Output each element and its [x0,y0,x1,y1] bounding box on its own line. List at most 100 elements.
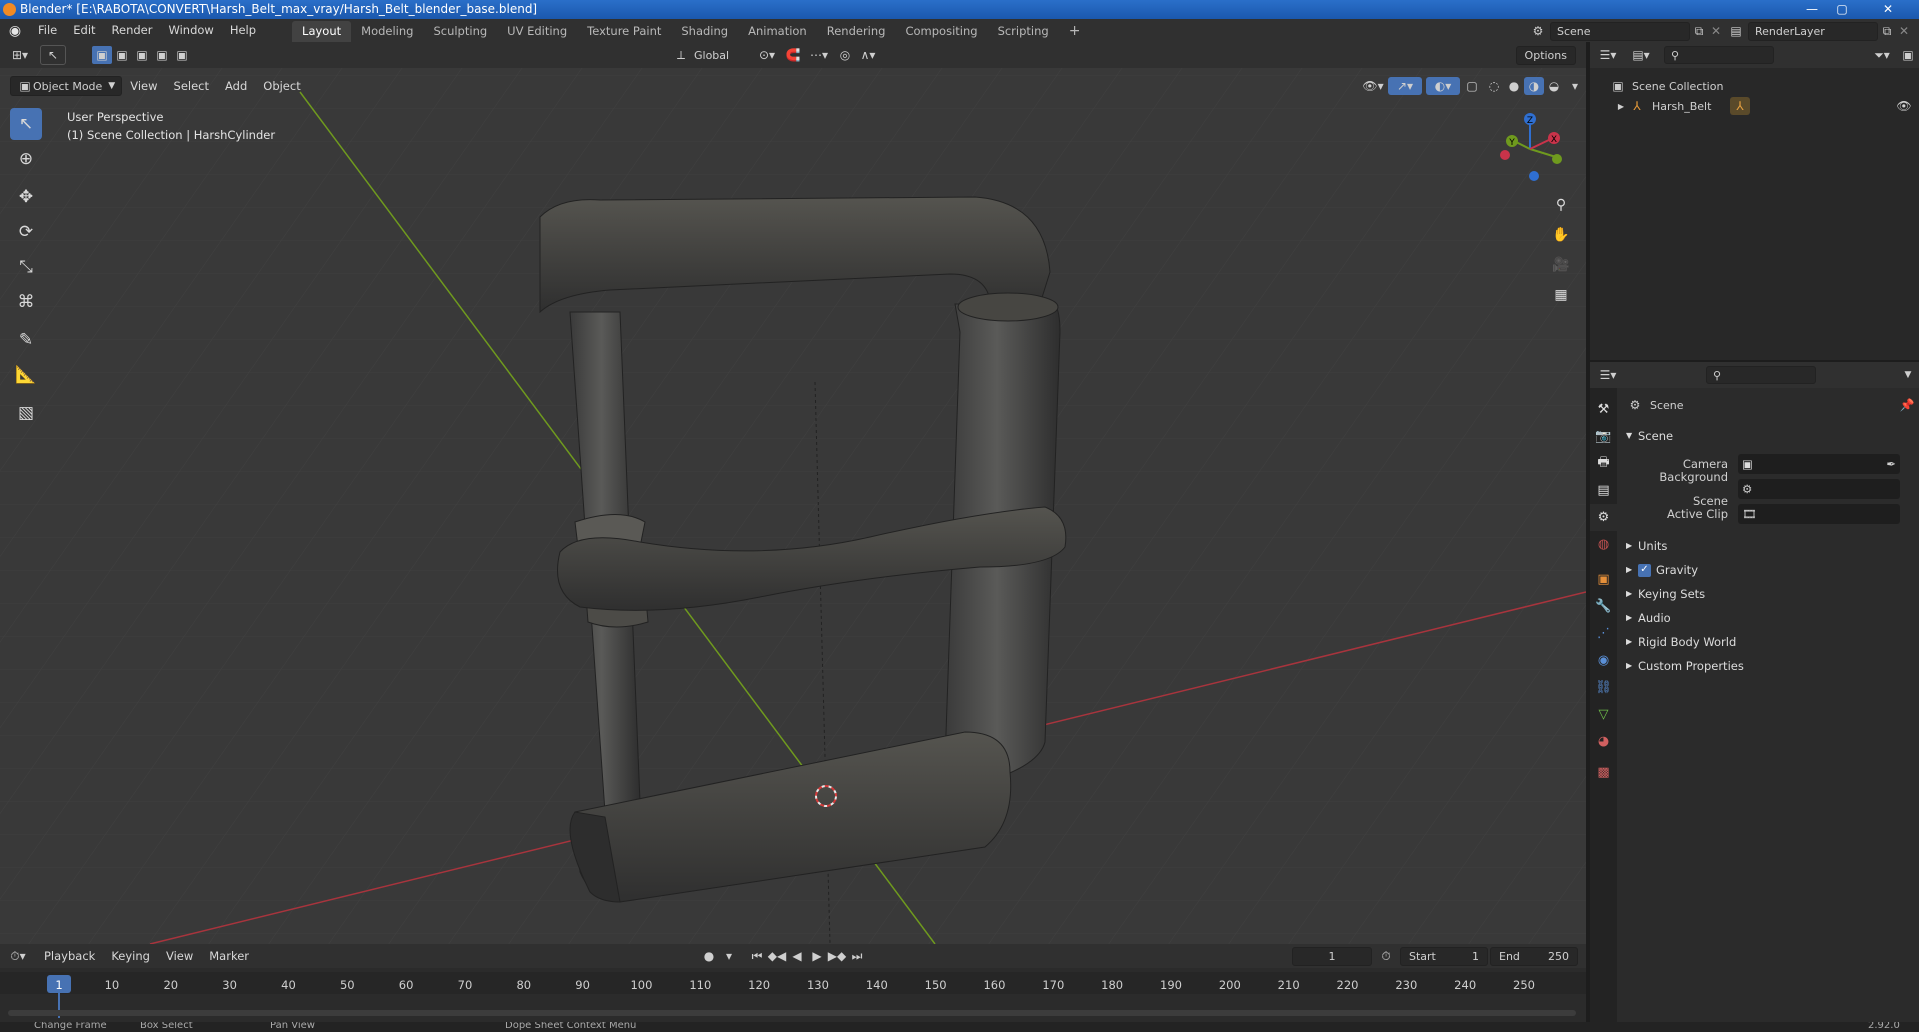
outliner-scene-collection-row[interactable]: ▣ Scene Collection [1608,76,1723,96]
blender-menu-icon[interactable]: ◉ [0,23,30,39]
scene-name-field[interactable]: Scene [1550,21,1690,41]
menu-edit[interactable]: Edit [65,19,103,42]
data-tab-icon[interactable]: ▽ [1590,701,1617,728]
workspace-tab-modeling[interactable]: Modeling [351,21,423,42]
editor-type-icon[interactable]: ⊞▾ [0,48,40,62]
scene-panel-header[interactable]: ▼ Scene [1626,424,1916,448]
move-tool-icon[interactable]: ✥ [10,181,42,213]
select-mode-intersect-icon[interactable]: ▣ [172,48,192,62]
keying-options-icon[interactable]: ▾ [721,949,737,963]
eyedropper-icon[interactable]: ✒ [1886,452,1896,476]
shading-rendered-icon[interactable]: ◒ [1544,79,1564,93]
xray-toggle-icon[interactable]: ▢ [1460,79,1484,93]
menu-render[interactable]: Render [104,19,161,42]
transform-orientation-dropdown[interactable]: Global [690,49,752,62]
scene-tab-icon[interactable]: ⚙ [1590,504,1617,531]
proportional-falloff-icon[interactable]: ∧▾ [856,48,880,62]
shading-solid-icon[interactable]: ● [1504,79,1524,93]
subpanel-custom-properties[interactable]: ▶ Custom Properties [1626,654,1916,678]
timeline-menu-view[interactable]: View [158,945,201,968]
minimize-button[interactable]: — [1797,0,1827,19]
select-tool-icon[interactable]: ↖ [40,45,66,65]
start-frame-field[interactable]: Start 1 [1400,946,1488,966]
workspace-tab-compositing[interactable]: Compositing [895,21,987,42]
select-box-tool-icon[interactable]: ↖ [10,108,42,140]
timeline-menu-playback[interactable]: Playback [36,945,103,968]
select-mode-subtract-icon[interactable]: ▣ [132,48,152,62]
modifier-tab-icon[interactable]: 🔧 [1590,593,1617,620]
subpanel-gravity[interactable]: ▶ ✓ Gravity [1626,558,1916,582]
copy-scene-icon[interactable]: ⧉ [1690,24,1708,39]
current-frame-field[interactable]: 1 [1292,946,1372,966]
menu-help[interactable]: Help [222,19,264,42]
timeline-menu-marker[interactable]: Marker [201,945,257,968]
remove-scene-icon[interactable]: ✕ [1708,24,1724,38]
subpanel-rigid-body-world[interactable]: ▶ Rigid Body World [1626,630,1916,654]
visibility-eye-icon[interactable]: 👁 [1894,99,1914,113]
gravity-checkbox[interactable]: ✓ [1638,563,1651,577]
view-layer-tab-icon[interactable]: ▤ [1590,477,1617,504]
play-icon[interactable]: ▶ [807,949,827,963]
navigation-gizmo[interactable]: Z X Y [1490,107,1570,187]
world-tab-icon[interactable]: ◍ [1590,531,1617,558]
workspace-tab-shading[interactable]: Shading [671,21,738,42]
menu-file[interactable]: File [30,19,65,42]
pivot-point-icon[interactable]: ⊙▾ [752,48,782,62]
jump-start-icon[interactable]: ⏮ [747,949,767,964]
select-mode-invert-icon[interactable]: ▣ [152,48,172,62]
cursor-tool-icon[interactable]: ⊕ [10,143,42,175]
gizmo-toggle-icon[interactable]: ↗▾ [1388,77,1422,95]
shading-wireframe-icon[interactable]: ◌ [1484,79,1504,93]
outliner-item-harsh-belt[interactable]: ▶ ⅄ Harsh_Belt ⅄ 👁 [1614,96,1914,116]
proportional-edit-icon[interactable]: ◎ [834,48,856,62]
workspace-tab-sculpting[interactable]: Sculpting [423,21,497,42]
close-button[interactable]: ✕ [1863,0,1913,19]
play-reverse-icon[interactable]: ◀ [787,949,807,963]
copy-view-layer-icon[interactable]: ⧉ [1878,24,1896,39]
annotate-tool-icon[interactable]: ✎ [10,324,42,356]
scene-selector[interactable]: ⚙ Scene ⧉ ✕ [1526,21,1724,41]
subpanel-units[interactable]: ▶ Units [1626,534,1916,558]
constraints-tab-icon[interactable]: ⛓ [1590,674,1617,701]
shading-material-icon[interactable]: ◑ [1524,77,1544,95]
preview-range-icon[interactable]: ⏱ [1372,949,1400,964]
next-keyframe-icon[interactable]: ▶◆ [827,949,847,963]
armature-data-icon[interactable]: ⅄ [1730,97,1750,115]
workspace-tab-layout[interactable]: Layout [292,21,352,42]
background-scene-field[interactable]: ⚙ [1738,479,1900,499]
auto-keying-icon[interactable]: ● [697,949,721,963]
snap-target-icon[interactable]: ⋯▾ [804,48,834,62]
object-mode-dropdown[interactable]: ▣ Object Mode ▼ [10,76,123,96]
3d-viewport[interactable]: User Perspective (1) Scene Collection | … [0,42,1586,944]
physics-tab-icon[interactable]: ◉ [1590,647,1617,674]
viewport-menu-add[interactable]: Add [217,75,255,98]
properties-search-input[interactable]: ⚲ [1706,366,1816,384]
object-tab-icon[interactable]: ▣ [1590,566,1617,593]
maximize-button[interactable]: ▢ [1827,0,1857,19]
viewport-options-dropdown[interactable]: Options [1515,45,1576,65]
outliner-display-mode-icon[interactable]: ▤▾ [1626,48,1656,62]
remove-view-layer-icon[interactable]: ✕ [1896,24,1912,38]
timeline-scrollbar[interactable] [8,1010,1576,1016]
output-tab-icon[interactable]: 🖶 [1590,450,1617,477]
visibility-icon[interactable]: 👁▾ [1358,79,1388,93]
texture-tab-icon[interactable]: ▩ [1590,759,1617,786]
subpanel-audio[interactable]: ▶ Audio [1626,606,1916,630]
jump-end-icon[interactable]: ⏭ [847,949,867,964]
workspace-tab-scripting[interactable]: Scripting [988,21,1059,42]
menu-window[interactable]: Window [160,19,221,42]
workspace-tab-animation[interactable]: Animation [738,21,817,42]
scale-tool-icon[interactable]: ⤡ [10,251,42,283]
end-frame-field[interactable]: End 250 [1490,946,1578,966]
workspace-tab-rendering[interactable]: Rendering [817,21,896,42]
zoom-icon[interactable]: ⚲ [1548,192,1574,218]
pan-hand-icon[interactable]: ✋ [1548,222,1574,248]
properties-editor-type-icon[interactable]: ☰▾ [1590,368,1626,382]
add-workspace-button[interactable]: + [1059,21,1091,42]
active-clip-field[interactable]: 🎞 [1738,504,1900,524]
select-mode-new-icon[interactable]: ▣ [92,46,112,64]
add-cube-tool-icon[interactable]: ▧ [10,397,42,429]
view-layer-selector[interactable]: ▤ RenderLayer ⧉ ✕ [1724,21,1912,41]
perspective-toggle-icon[interactable]: ▦ [1548,282,1574,308]
rotate-tool-icon[interactable]: ⟳ [10,216,42,248]
